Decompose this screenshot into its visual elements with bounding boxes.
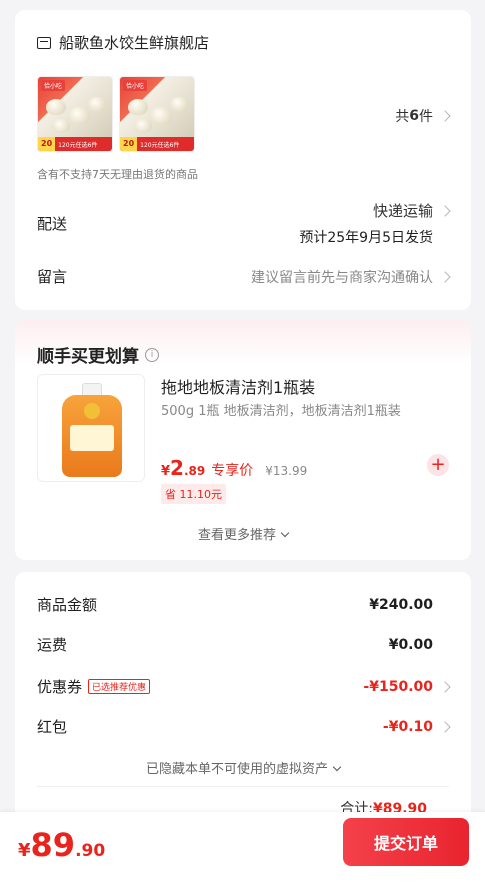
- final-price-integer: 89: [30, 826, 76, 864]
- return-notice: 含有不支持7天无理由退货的商品: [37, 168, 198, 181]
- summary-row-goods: 商品金额 ¥240.00: [37, 594, 449, 615]
- coupon-recommend-tag: 已选推荐优惠: [88, 679, 151, 694]
- message-hint: 建议留言前先与商家沟通确认: [251, 269, 433, 286]
- summary-row-redpacket[interactable]: 红包 -¥0.10: [37, 716, 451, 737]
- store-name: 船歌鱼水饺生鲜旗舰店: [59, 34, 210, 52]
- divider: [37, 786, 449, 787]
- upsell-price-row: ¥2.89 专享价 ¥13.99: [161, 456, 307, 480]
- final-price-decimal: .90: [75, 841, 106, 861]
- summary-row-shipping: 运费 ¥0.00: [37, 634, 449, 655]
- thumb-price: 20: [120, 137, 138, 151]
- shipping-method: 快递运输: [372, 202, 433, 220]
- summary-value: -¥150.00: [363, 678, 433, 695]
- exclusive-price-label: 专享价: [211, 463, 254, 479]
- chevron-right-icon: [439, 270, 451, 283]
- summary-label: 优惠券: [37, 678, 83, 696]
- shipping-date: 预计25年9月5日发货: [299, 230, 433, 246]
- shipping-row[interactable]: 配送 快递运输 预计25年9月5日发货: [37, 200, 451, 247]
- upsell-price: ¥2.89: [161, 456, 205, 480]
- item-count-suffix: 件: [419, 109, 433, 125]
- price-decimal: .89: [183, 464, 206, 478]
- chevron-right-icon: [439, 110, 451, 122]
- chevron-down-icon: [332, 762, 342, 772]
- upsell-header: 顺手买更划算 i: [37, 342, 449, 367]
- message-label: 留言: [37, 268, 68, 286]
- hidden-assets-toggle[interactable]: 已隐藏本单不可使用的虚拟资产: [15, 758, 471, 777]
- original-price: ¥13.99: [265, 464, 308, 478]
- info-icon[interactable]: i: [145, 347, 159, 362]
- final-price-currency: ¥: [18, 840, 31, 861]
- summary-label: 红包: [37, 718, 68, 736]
- product-thumbnails[interactable]: 恰小吃 20 120元任选6件 恰小吃 20 120元任选6件: [37, 74, 449, 154]
- product-thumbnail[interactable]: 恰小吃 20 120元任选6件: [119, 76, 195, 152]
- checkout-bar: ¥89.90 提交订单: [0, 812, 485, 895]
- order-summary-card: 商品金额 ¥240.00 运费 ¥0.00 优惠券 已选推荐优惠 -¥150.0…: [15, 572, 471, 832]
- summary-label: 运费: [37, 636, 68, 654]
- savings-badge: 省 11.10元: [161, 484, 226, 504]
- item-count-prefix: 共: [395, 109, 410, 125]
- more-recommendations-label: 查看更多推荐: [197, 528, 276, 543]
- thumb-price: 20: [38, 137, 56, 151]
- summary-value: ¥0.00: [388, 636, 433, 653]
- upsell-title: 顺手买更划算: [37, 347, 139, 367]
- summary-value: -¥0.10: [382, 718, 433, 735]
- thumb-brand-tag: 恰小吃: [123, 80, 148, 91]
- price-currency: ¥: [161, 464, 171, 479]
- store-icon: [37, 36, 51, 49]
- summary-row-coupon[interactable]: 优惠券 已选推荐优惠 -¥150.00: [37, 676, 451, 697]
- chevron-down-icon: [280, 528, 290, 538]
- chevron-right-icon: [439, 720, 451, 733]
- thumb-brand-tag: 恰小吃: [41, 80, 66, 91]
- summary-label: 商品金额: [37, 596, 98, 614]
- item-count-link[interactable]: 共6件: [395, 106, 451, 126]
- summary-value: ¥240.00: [369, 596, 433, 613]
- upsell-product-subtitle: 500g 1瓶 地板清洁剂，地板清洁剂1瓶装: [161, 404, 401, 419]
- upsell-product-image[interactable]: [37, 374, 145, 482]
- message-row[interactable]: 留言 建议留言前先与商家沟通确认: [37, 266, 451, 287]
- submit-order-button[interactable]: 提交订单: [343, 818, 469, 866]
- price-integer: 2: [170, 456, 184, 480]
- chevron-right-icon: [439, 204, 451, 217]
- upsell-card: 顺手买更划算 i 拖地地板清洁剂1瓶装 500g 1瓶 地板清洁剂，地板清洁剂1…: [15, 320, 471, 560]
- final-price: ¥89.90: [18, 826, 105, 864]
- product-thumbnail[interactable]: 恰小吃 20 120元任选6件: [37, 76, 113, 152]
- more-recommendations-link[interactable]: 查看更多推荐: [15, 524, 471, 543]
- add-to-order-button[interactable]: +: [427, 454, 449, 476]
- store-header[interactable]: 船歌鱼水饺生鲜旗舰店: [37, 32, 449, 53]
- thumb-promo: 120元任选6件: [140, 141, 180, 149]
- thumb-promo: 120元任选6件: [58, 141, 98, 149]
- item-count-number: 6: [409, 108, 419, 124]
- store-card: 船歌鱼水饺生鲜旗舰店 恰小吃 20 120元任选6件 恰小吃 20 120元任选…: [15, 10, 471, 310]
- upsell-product-title[interactable]: 拖地地板清洁剂1瓶装: [161, 374, 315, 398]
- chevron-right-icon: [439, 680, 451, 693]
- hidden-assets-label: 已隐藏本单不可使用的虚拟资产: [145, 762, 328, 777]
- shipping-label: 配送: [37, 215, 68, 233]
